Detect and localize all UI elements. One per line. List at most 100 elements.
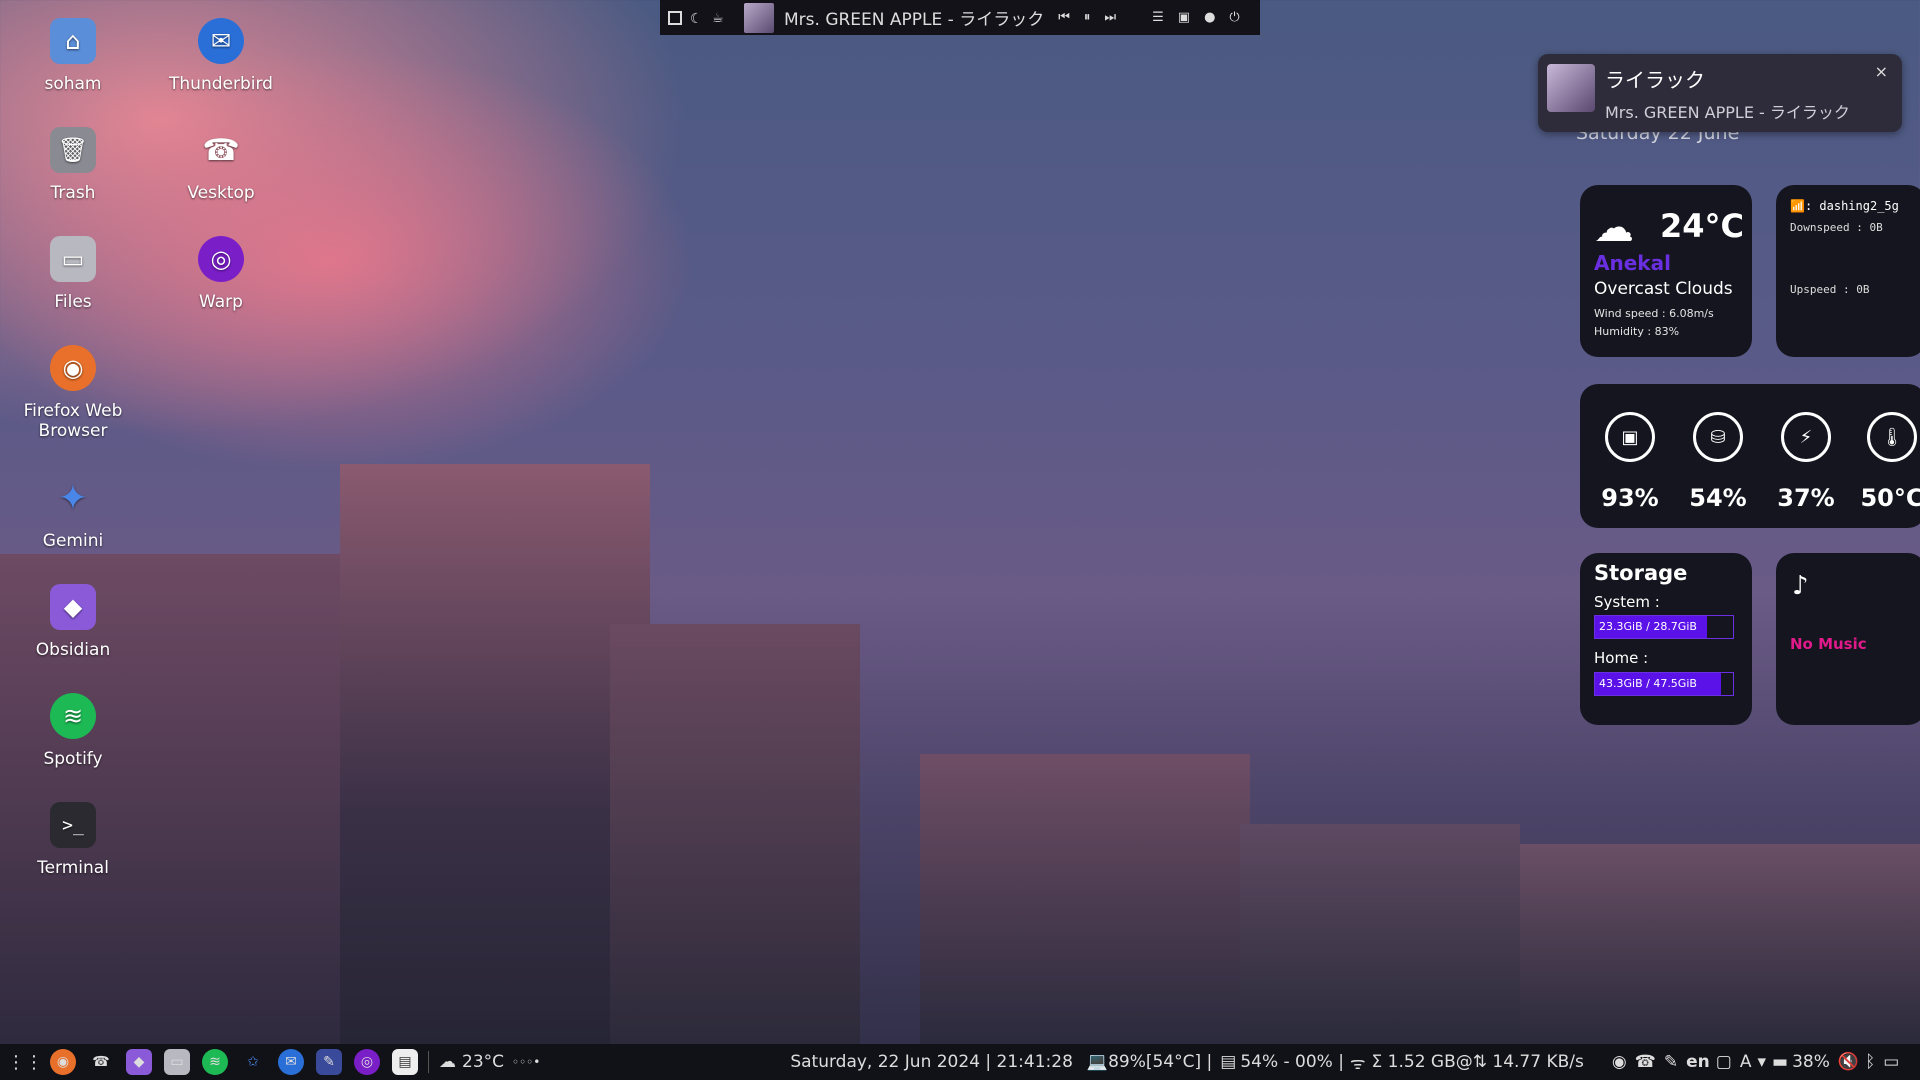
home-folder-icon: ⌂ <box>50 18 96 64</box>
next-track-button[interactable]: ⏭ <box>1104 10 1116 25</box>
document-icon[interactable]: ▤ <box>392 1049 418 1075</box>
pause-button[interactable]: ⏸ <box>1084 10 1091 25</box>
album-art-thumbnail <box>1547 64 1595 112</box>
network-widget: 📶: dashing2_5g Downspeed : 0B Upspeed : … <box>1776 185 1920 357</box>
files-icon[interactable]: ▭ <box>164 1049 190 1075</box>
cpu-percent: 93% <box>1601 484 1659 512</box>
music-status: No Music <box>1790 635 1867 653</box>
trash-icon: 🗑 <box>50 127 96 173</box>
home-storage-bar: 43.3GiB / 47.5GiB <box>1594 672 1734 696</box>
system-storage-bar: 23.3GiB / 28.7GiB <box>1594 615 1734 639</box>
music-note-icon: ♪ <box>1792 571 1809 601</box>
media-notification[interactable]: ライラック Mrs. GREEN APPLE - ライラック × <box>1538 54 1902 132</box>
desktop-icon-label: soham <box>44 74 102 94</box>
mute-icon[interactable]: 🔇 <box>1838 1052 1859 1072</box>
tray-vesktop-icon[interactable]: ☎ <box>1635 1052 1656 1072</box>
storage-title: Storage <box>1594 561 1688 585</box>
thunderbird-icon[interactable]: ✉ <box>278 1049 304 1075</box>
cpu-stat: ▣ 93% <box>1590 412 1670 512</box>
desktop-icon-label: Terminal <box>37 858 109 878</box>
taskbar-ram: 54% - 00% | <box>1240 1052 1344 1072</box>
clipboard-icon[interactable]: ▢ <box>1716 1052 1732 1072</box>
wifi-icon[interactable]: ▾ <box>1758 1052 1767 1072</box>
power-button[interactable]: ⏻ <box>1229 10 1239 25</box>
star-app-icon[interactable]: ✩ <box>240 1049 266 1075</box>
top-media-bar: ☾ ☕ Mrs. GREEN APPLE - ライラック ⏮ ⏸ ⏭ ☰ ▣ ●… <box>660 0 1260 35</box>
pen-app-icon[interactable]: ✎ <box>316 1049 342 1075</box>
desktop-icon-gemini[interactable]: ✦ Gemini <box>8 475 138 552</box>
taskbar: ⋮⋮ ◉ ☎ ◆ ▭ ≋ ✩ ✉ ✎ ◎ ▤ ☁ 23°C ◦◦◦• Satur… <box>0 1044 1920 1080</box>
battery-icon: ⚡ <box>1781 412 1831 462</box>
desktop-icon-spotify[interactable]: ≋ Spotify <box>8 693 138 769</box>
moon-icon[interactable]: ☾ <box>690 11 704 27</box>
bluetooth-icon[interactable]: ᛒ <box>1865 1052 1875 1072</box>
desktop-icon-firefox[interactable]: ◉ Firefox Web Browser <box>8 345 138 441</box>
desktop-icon-warp[interactable]: ◎ Warp <box>156 236 286 312</box>
music-widget: ♪ No Music <box>1776 553 1920 725</box>
battery-percent-tray: 38% <box>1792 1052 1830 1072</box>
weather-location: Anekal <box>1594 251 1671 275</box>
taskbar-datetime[interactable]: Saturday, 22 Jun 2024 | 21:41:28 <box>790 1052 1073 1072</box>
spotify-icon[interactable]: ≋ <box>202 1049 228 1075</box>
desktop-icon-label: Trash <box>50 183 96 203</box>
desktop-icon-terminal[interactable]: >_ Terminal <box>8 802 138 878</box>
vesktop-icon: ☎ <box>202 132 240 168</box>
weather-humidity: Humidity : 83% <box>1594 325 1680 338</box>
vesktop-icon[interactable]: ☎ <box>88 1049 114 1075</box>
close-icon[interactable]: × <box>1875 62 1888 81</box>
desktop-icon-label: Warp <box>199 292 243 312</box>
notification-icon[interactable]: ▭ <box>1883 1052 1899 1072</box>
system-storage-fill: 23.3GiB / 28.7GiB <box>1595 616 1707 638</box>
tray-pen-icon[interactable]: ✎ <box>1664 1052 1678 1072</box>
notification-title: ライラック <box>1605 68 1705 92</box>
system-label: System : <box>1594 593 1660 611</box>
system-stats-widget: ▣ 93% ⛁ 54% ⚡ 37% 🌡 50°C <box>1580 384 1920 528</box>
cloud-icon: ☁ <box>1594 205 1634 251</box>
keyboard-layout[interactable]: en <box>1686 1052 1710 1072</box>
building-middle <box>610 624 860 1044</box>
desktop-icon-obsidian[interactable]: ◆ Obsidian <box>8 584 138 660</box>
font-icon[interactable]: A <box>1740 1052 1752 1072</box>
tray-spotify-icon[interactable]: ◉ <box>1612 1052 1627 1072</box>
thermometer-icon: 🌡 <box>1867 412 1917 462</box>
desktop-icon-label: Vesktop <box>187 183 255 203</box>
workspace-icon[interactable] <box>668 10 682 25</box>
battery-tray-icon[interactable]: ▬ <box>1772 1052 1788 1072</box>
cup-icon[interactable]: ☕ <box>712 11 726 26</box>
upspeed: Upspeed : 0B <box>1790 283 1870 296</box>
weather-temperature: 24°C <box>1660 207 1745 245</box>
home-label: Home : <box>1594 649 1649 667</box>
desktop-icon-trash[interactable]: 🗑 Trash <box>8 127 138 203</box>
battery-percent: 37% <box>1777 484 1835 512</box>
screenshot-button[interactable]: ▣ <box>1178 10 1190 25</box>
building-right <box>1240 824 1520 1044</box>
app-grid-icon[interactable]: ⋮⋮ <box>7 1049 43 1075</box>
warp-icon[interactable]: ◎ <box>354 1049 380 1075</box>
desktop-icon-label: Files <box>54 292 92 312</box>
menu-button[interactable]: ☰ <box>1152 10 1164 25</box>
previous-track-button[interactable]: ⏮ <box>1058 10 1070 25</box>
files-icon: ▭ <box>50 236 96 282</box>
ram-stat: ⛁ 54% <box>1678 412 1758 512</box>
desktop-icon-label: Thunderbird <box>169 74 273 94</box>
desktop-icon-thunderbird[interactable]: ✉ Thunderbird <box>156 18 286 94</box>
wifi-icon: 📶 <box>1790 199 1805 213</box>
desktop-icon-label: Gemini <box>42 531 104 551</box>
obsidian-icon[interactable]: ◆ <box>126 1049 152 1075</box>
desktop-icon-home[interactable]: ⌂ soham <box>8 18 138 94</box>
database-icon: ⛁ <box>1693 412 1743 462</box>
record-button[interactable]: ● <box>1204 10 1215 25</box>
weather-condition: Overcast Clouds <box>1594 279 1733 299</box>
gemini-icon: ✦ <box>57 477 89 519</box>
taskbar-ram-icon: ▤ <box>1220 1052 1237 1072</box>
battery-stat: ⚡ 37% <box>1766 412 1846 512</box>
desktop-icon-vesktop[interactable]: ☎ Vesktop <box>156 127 286 204</box>
downspeed: Downspeed : 0B <box>1790 221 1883 234</box>
firefox-icon[interactable]: ◉ <box>50 1049 76 1075</box>
spotify-icon: ≋ <box>50 693 96 739</box>
temp-stat: 🌡 50°C <box>1852 412 1920 512</box>
desktop-icon-files[interactable]: ▭ Files <box>8 236 138 312</box>
cpu-icon: ▣ <box>1605 412 1655 462</box>
notification-body: Mrs. GREEN APPLE - ライラック <box>1605 103 1850 122</box>
storage-widget: Storage System : 23.3GiB / 28.7GiB Home … <box>1580 553 1752 725</box>
